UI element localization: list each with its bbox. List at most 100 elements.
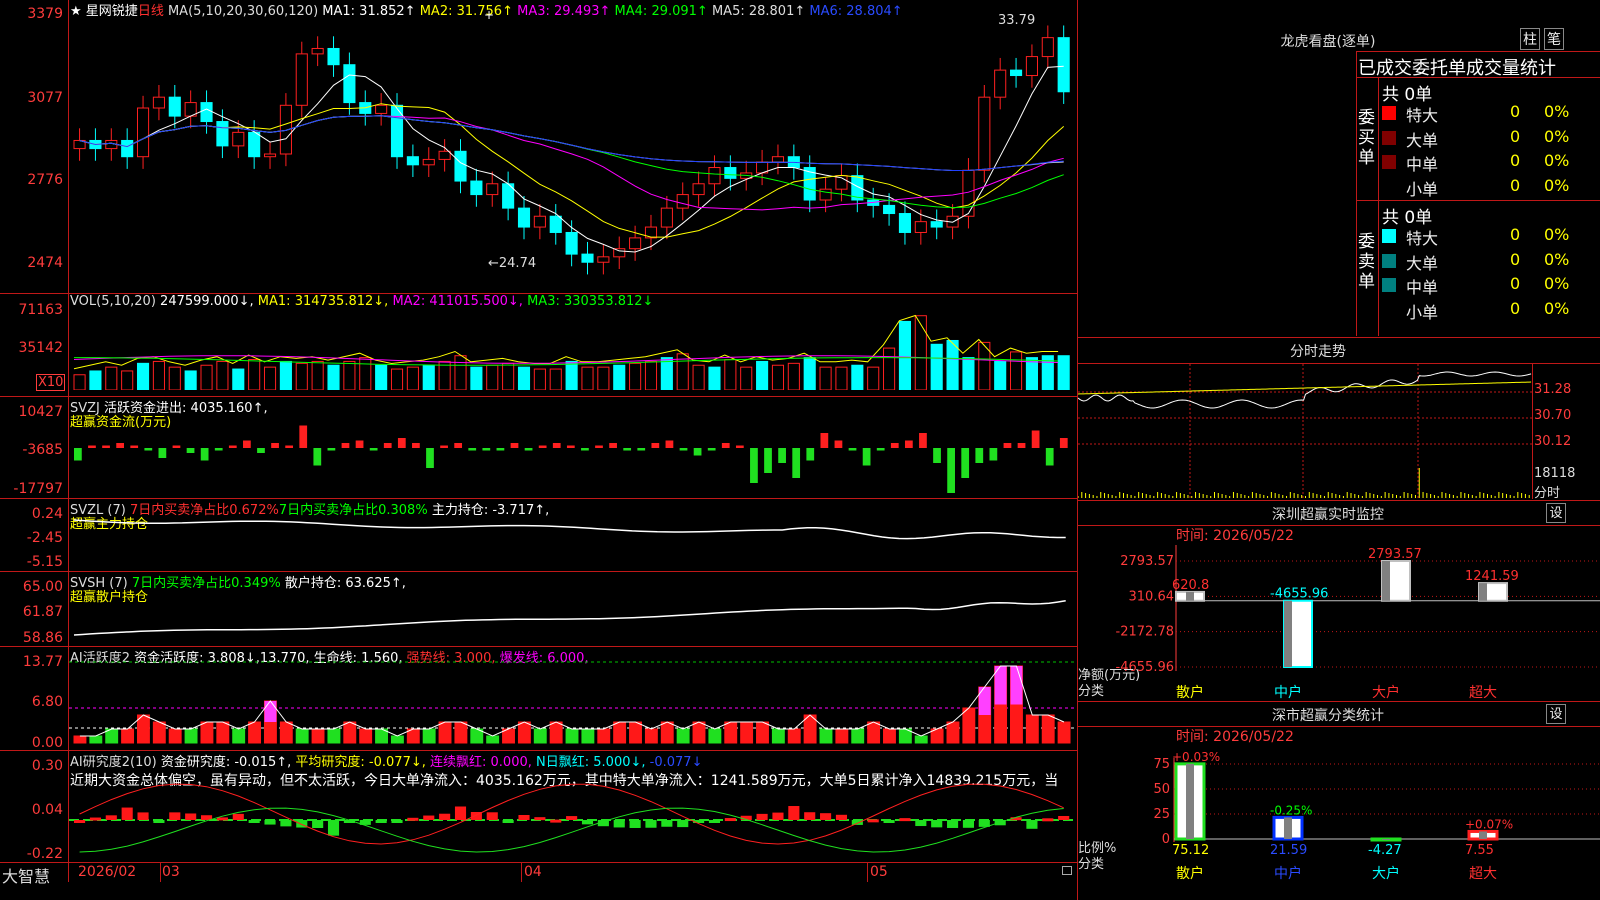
fund-flow-bar [186,448,195,453]
volume-chart[interactable] [69,310,1077,390]
fund-flow-bar [172,445,181,448]
fund-flow-bar [130,445,139,448]
sz-monitor-chart[interactable]: 2793.57310.64-2172.78-4655.96620.8散户-465… [1078,501,1600,701]
sz-monitor-category: 散户 [1176,684,1204,701]
intraday-chart[interactable] [1078,364,1533,498]
svzj-ytick-3: -17797 [13,481,63,497]
sz-monitor-value-label: 620.8 [1172,578,1209,593]
sz-class-value-label: 75.12 [1172,843,1209,858]
candlestick [200,102,213,123]
candlestick [327,47,340,66]
fund-flow-bar [735,445,744,448]
buy-order-row-label: 大单 [1406,130,1439,150]
volume-bar [454,355,467,390]
svzl-chart[interactable] [69,500,1077,570]
research-bar [1026,820,1038,829]
intraday-ytick-1: 31.28 [1534,382,1572,397]
svsh-ytick-1: 65.00 [22,579,63,595]
candlestick [597,256,610,263]
ai-active-ytick-2: 6.80 [31,694,63,710]
activity-bar [1025,714,1039,744]
volume-bar [105,366,118,390]
activity-bar [1041,714,1055,744]
fund-flow-bar [158,448,167,458]
activity-bar [708,728,722,744]
ai-research-chart[interactable] [69,752,1077,860]
sz-class-panel: 深市超赢分类统计 设 时间: 2026/05/22 75 50 25 0 +0.03% 7… [1078,702,1600,900]
svzj-ytick-1: 10427 [18,404,63,420]
sell-order-swatch [1382,229,1396,243]
fund-flow-bar [510,443,519,448]
volume-bar [1057,355,1070,390]
candlestick [295,53,308,106]
sz-monitor-category: 中户 [1274,684,1302,701]
activity-bar [581,728,595,744]
volume-bar [1010,351,1023,390]
svsh-chart[interactable] [69,573,1077,645]
activity-bar [629,721,642,744]
activity-bar [343,721,357,744]
research-bar [581,820,594,825]
buy-order-swatch [1382,155,1396,169]
buy-order-row-pct: 0% [1544,102,1570,121]
volume-bar [200,364,213,390]
research-bar [105,815,117,820]
stroke-mode-button[interactable]: 笔 [1544,28,1564,50]
intraday-title: 分时走势 [1290,344,1346,360]
fund-flow-bar [764,448,772,473]
candlestick [898,213,912,233]
research-bar [121,807,133,820]
activity-bar [422,728,436,744]
volume-bar [644,360,658,390]
fund-flow-bar [904,440,913,448]
candlestick [533,215,546,228]
retail-position-line [73,600,1066,636]
fund-flow-bar [369,448,378,451]
activity-bar [613,721,627,744]
candlestick [565,231,578,255]
ai-research-ytick-3: -0.22 [26,846,63,862]
date-label-apr: 04 [524,864,542,880]
sz-class-chart[interactable]: 75 50 25 0 +0.03% 75.12 散户 -0.25% 21.59 中户 -4.27 大户… [1078,702,1600,900]
fund-flow-bar [933,448,941,463]
date-label-may: 05 [870,864,888,880]
fund-flow-bar [524,448,533,451]
volume-bar [311,360,324,390]
candlestick [771,156,785,163]
candlestick [629,237,642,250]
buy-order-row-value: 0 [1510,126,1521,146]
sz-class-ytick: 75 [1153,757,1170,772]
kline-area[interactable]: ★ 星网锐捷日线 MA(5,10,20,30,60,120) MA1: 31.8… [0,0,1077,886]
activity-bar [676,728,690,744]
research-bar [454,806,467,820]
activity-bar [835,728,849,744]
research-bar [756,813,768,820]
fund-flow-bar [1017,443,1026,448]
research-bar [280,820,292,827]
buy-order-row-value: 0 [1510,151,1521,170]
vol-ytick-1: 71163 [18,302,63,318]
intraday-ytick-2: 30.70 [1534,408,1572,423]
sz-monitor-category: 大户 [1372,684,1400,701]
bar-mode-button[interactable]: 柱 [1520,28,1540,50]
activity-bar [517,721,531,744]
candlestick-chart[interactable] [69,16,1077,292]
candlestick [708,167,721,185]
research-bar [645,820,657,828]
intraday-panel[interactable]: 分时走势 31.28 30.70 30.12 18118 分时 [1078,338,1600,501]
research-green-line [79,807,1064,853]
sz-monitor-ylabel: 净额(万元) [1078,668,1140,683]
svzj-chart[interactable] [69,400,1077,496]
fund-flow-bar [271,443,279,448]
volume-bar [946,339,959,390]
lock-icon[interactable] [1062,866,1072,875]
buy-order-swatch [1382,106,1396,120]
research-bar [137,812,149,820]
volume-bar [136,362,150,390]
main-ytick-1: 3379 [27,6,63,22]
sz-class-bar-shade [1284,817,1292,839]
candlestick [517,207,531,228]
activity-bar [819,728,833,744]
ai-active-chart[interactable] [69,648,1077,748]
research-bar [439,813,451,820]
